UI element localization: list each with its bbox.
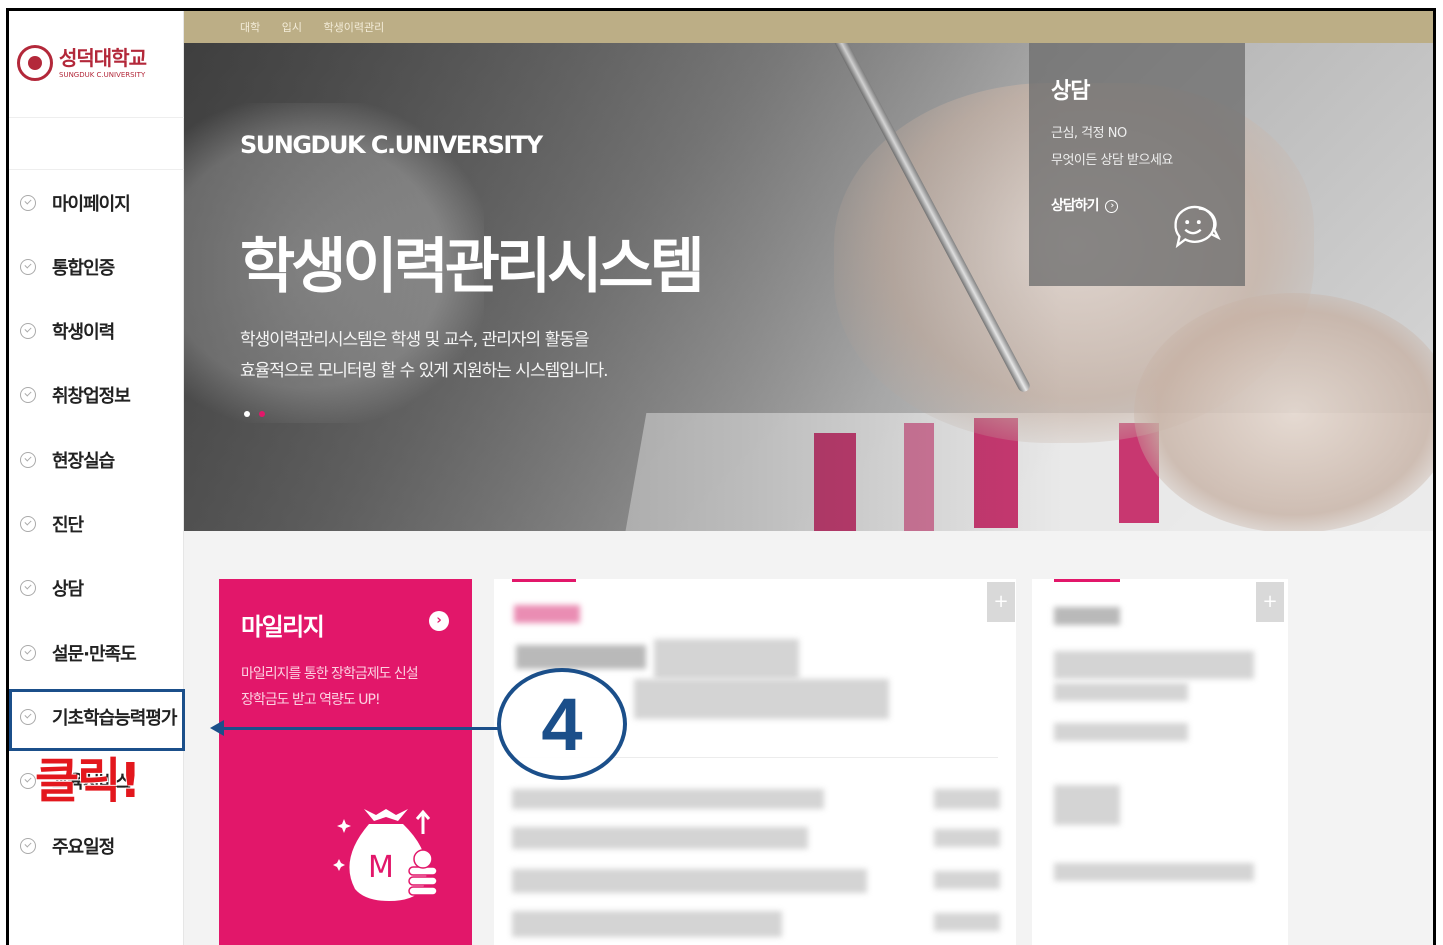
breadcrumb-item[interactable]: 대학 — [240, 21, 260, 34]
consult-text: 무엇이든 상담 받으세요 — [1051, 153, 1173, 168]
sidebar-item-label: 통합인증 — [52, 258, 115, 279]
annotation-arrow-head-icon — [210, 720, 224, 736]
carousel-dots — [244, 411, 265, 417]
dashboard-content: 마일리지 › 마일리지를 통한 장학금제도 신설 장학금도 받고 역량도 UP!… — [184, 531, 1433, 945]
sidebar-item-schedule[interactable]: 주요일정 — [9, 816, 184, 876]
notice-item[interactable] — [516, 645, 646, 669]
sidebar-item-label: 마이페이지 — [52, 194, 131, 215]
sidebar-item-survey[interactable]: 설문·만족도 — [9, 623, 184, 683]
sidebar-item-counseling[interactable]: 상담 — [9, 558, 184, 618]
mileage-title: 마일리지 — [241, 613, 325, 641]
list-date — [934, 789, 1000, 809]
click-instruction: 클릭! — [35, 753, 141, 809]
breadcrumb: 대학 입시 학생이력관리 — [240, 19, 402, 35]
highlight-box — [9, 689, 185, 751]
sidebar-item-field-practice[interactable]: 현장실습 — [9, 430, 184, 490]
list-item[interactable] — [1054, 785, 1120, 825]
sidebar-item-label: 설문·만족도 — [52, 644, 137, 665]
sidebar-item-career-info[interactable]: 취창업정보 — [9, 365, 184, 425]
list-date — [934, 913, 1000, 931]
check-circle-icon — [20, 323, 36, 339]
check-circle-icon — [20, 259, 36, 275]
consult-panel: 상담 근심, 걱정 NO 무엇이든 상담 받으세요 상담하기 › — [1029, 43, 1245, 286]
carousel-dot[interactable] — [259, 411, 265, 417]
check-circle-icon — [20, 645, 36, 661]
list-item[interactable] — [1054, 651, 1254, 679]
sidebar-item-label: 취창업정보 — [52, 386, 131, 407]
hero-description: 학생이력관리시스템은 학생 및 교수, 관리자의 활동을 효율적으로 모니터링 … — [240, 325, 609, 387]
check-circle-icon — [20, 580, 36, 596]
notice-item[interactable] — [654, 639, 799, 679]
logo-english-name: SUNGDUK C.UNIVERSITY — [59, 71, 146, 79]
logo-korean-name: 성덕대학교 — [59, 46, 147, 70]
sidebar-item-student-record[interactable]: 학생이력 — [9, 301, 184, 361]
list-item[interactable] — [512, 911, 782, 937]
step-number: 4 — [541, 683, 583, 766]
mileage-description: 마일리지를 통한 장학금제도 신설 — [241, 666, 419, 682]
breadcrumb-item[interactable]: 학생이력관리 — [324, 21, 385, 34]
sidebar-item-mypage[interactable]: 마이페이지 — [9, 173, 184, 233]
list-item[interactable] — [1054, 723, 1188, 741]
consult-link-label: 상담하기 — [1051, 198, 1100, 214]
breadcrumb-item[interactable]: 입시 — [282, 21, 302, 34]
sidebar-item-label: 학생이력 — [52, 322, 115, 343]
hero-description-line: 효율적으로 모니터링 할 수 있게 지원하는 시스템입니다. — [240, 361, 609, 381]
notice-item[interactable] — [634, 679, 889, 719]
check-circle-icon — [20, 838, 36, 854]
carousel-dot-active[interactable] — [244, 411, 250, 417]
check-circle-icon — [20, 773, 36, 789]
top-bar: 대학 입시 학생이력관리 — [184, 11, 1433, 43]
list-item[interactable] — [512, 789, 824, 809]
more-button[interactable]: + — [1256, 582, 1284, 622]
hero-description-line: 학생이력관리시스템은 학생 및 교수, 관리자의 활동을 — [240, 330, 590, 350]
consult-link[interactable]: 상담하기 › — [1051, 195, 1119, 215]
divider — [9, 117, 184, 118]
hero-title: 학생이력관리시스템 — [240, 232, 705, 302]
check-circle-icon — [20, 452, 36, 468]
check-circle-icon — [20, 195, 36, 211]
card-title — [1054, 607, 1120, 625]
more-button[interactable]: + — [987, 582, 1015, 622]
money-bag-icon: M — [333, 809, 438, 901]
money-bag-letter: M — [368, 850, 394, 885]
mileage-description: 장학금도 받고 역량도 UP! — [241, 692, 381, 708]
list-date — [934, 871, 1000, 889]
check-circle-icon — [20, 387, 36, 403]
sidebar-item-label: 상담 — [52, 579, 84, 600]
consult-text: 근심, 걱정 NO — [1051, 126, 1127, 141]
list-item[interactable] — [1054, 863, 1254, 881]
university-logo[interactable]: 성덕대학교 SUNGDUK C.UNIVERSITY — [17, 33, 177, 93]
check-circle-icon — [20, 516, 36, 532]
university-emblem-icon — [17, 45, 53, 81]
arrow-right-icon[interactable]: › — [429, 611, 449, 631]
sidebar-item-diagnosis[interactable]: 진단 — [9, 494, 184, 554]
card-accent — [1054, 579, 1120, 582]
divider — [9, 169, 184, 170]
list-item[interactable] — [512, 827, 808, 849]
sidebar-item-integrated-auth[interactable]: 통합인증 — [9, 237, 184, 297]
consult-title: 상담 — [1051, 79, 1090, 104]
sidebar-item-label: 주요일정 — [52, 837, 115, 858]
list-item[interactable] — [512, 869, 867, 893]
annotation-arrow-line — [214, 727, 500, 730]
list-date — [934, 829, 1000, 847]
card-accent — [512, 579, 576, 582]
mileage-card[interactable]: 마일리지 › 마일리지를 통한 장학금제도 신설 장학금도 받고 역량도 UP!… — [219, 579, 472, 945]
side-card: + — [1032, 579, 1288, 945]
step-number-badge: 4 — [497, 668, 627, 780]
sidebar-item-label: 진단 — [52, 515, 84, 536]
card-title — [514, 605, 580, 623]
hero-banner: SUNGDUK C.UNIVERSITY 학생이력관리시스템 학생이력관리시스템… — [184, 43, 1433, 531]
hero-brand: SUNGDUK C.UNIVERSITY — [240, 131, 543, 159]
browser-frame: 성덕대학교 SUNGDUK C.UNIVERSITY 마이페이지 통합인증 학생… — [6, 8, 1436, 945]
list-item[interactable] — [1054, 683, 1188, 701]
sidebar-item-label: 현장실습 — [52, 451, 115, 472]
arrow-right-icon: › — [1105, 199, 1119, 213]
chat-smile-icon — [1174, 205, 1221, 249]
